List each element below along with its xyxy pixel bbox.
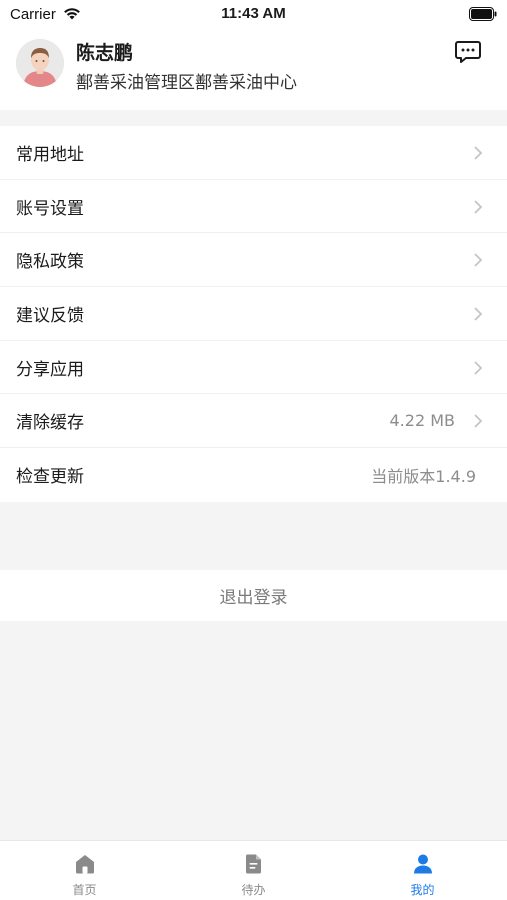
chevron-right-icon <box>474 200 483 214</box>
status-bar: Carrier 11:43 AM <box>0 0 507 30</box>
menu-item-check-update[interactable]: 检查更新 当前版本1.4.9 <box>0 448 507 502</box>
user-icon <box>413 854 432 874</box>
chevron-right-icon <box>474 414 483 429</box>
tab-label: 待办 <box>241 883 266 897</box>
menu-item-feedback[interactable]: 建议反馈 <box>0 287 507 341</box>
avatar[interactable] <box>16 39 64 87</box>
document-icon <box>245 854 261 874</box>
cache-size-value: 4.22 MB <box>389 411 456 431</box>
menu-item-label: 检查更新 <box>16 467 84 488</box>
menu-item-common-address[interactable]: 常用地址 <box>0 126 507 180</box>
tab-home[interactable]: 首页 <box>0 841 169 900</box>
menu-item-label: 常用地址 <box>16 144 84 165</box>
chevron-right-icon <box>474 253 483 268</box>
status-time: 11:43 AM <box>221 5 286 22</box>
chevron-right-icon <box>474 146 483 160</box>
user-name: 陈志鹏 <box>76 42 134 64</box>
menu-item-privacy-policy[interactable]: 隐私政策 <box>0 233 507 288</box>
menu-item-clear-cache[interactable]: 清除缓存 4.22 MB <box>0 394 507 449</box>
tab-bar: 首页 待办 我的 <box>0 840 507 900</box>
tab-label: 我的 <box>410 883 435 897</box>
profile-header: 陈志鹏 鄯善采油管理区鄯善采油中心 <box>0 30 507 110</box>
menu-item-label: 清除缓存 <box>16 413 84 434</box>
menu-item-account-settings[interactable]: 账号设置 <box>0 180 507 234</box>
chevron-right-icon <box>474 361 483 375</box>
user-organization: 鄯善采油管理区鄯善采油中心 <box>76 73 297 93</box>
battery-icon <box>469 7 497 21</box>
message-icon[interactable] <box>455 40 481 64</box>
menu-item-label: 账号设置 <box>16 198 84 219</box>
menu-item-label: 建议反馈 <box>16 305 84 326</box>
home-icon <box>75 855 94 874</box>
tab-mine[interactable]: 我的 <box>338 841 507 900</box>
menu-item-share-app[interactable]: 分享应用 <box>0 341 507 395</box>
chevron-right-icon <box>474 307 483 321</box>
logout-button[interactable]: 退出登录 <box>0 570 507 621</box>
menu-item-label: 分享应用 <box>16 359 84 380</box>
tab-label: 首页 <box>72 883 97 897</box>
menu-item-label: 隐私政策 <box>16 252 84 273</box>
version-value: 当前版本1.4.9 <box>371 466 476 486</box>
avatar-person-icon <box>16 39 64 87</box>
logout-label: 退出登录 <box>219 588 288 608</box>
tab-todo[interactable]: 待办 <box>169 841 338 900</box>
settings-menu: 常用地址 账号设置 隐私政策 建议反馈 分享应用 清除缓存 4.22 MB 检查… <box>0 126 507 502</box>
